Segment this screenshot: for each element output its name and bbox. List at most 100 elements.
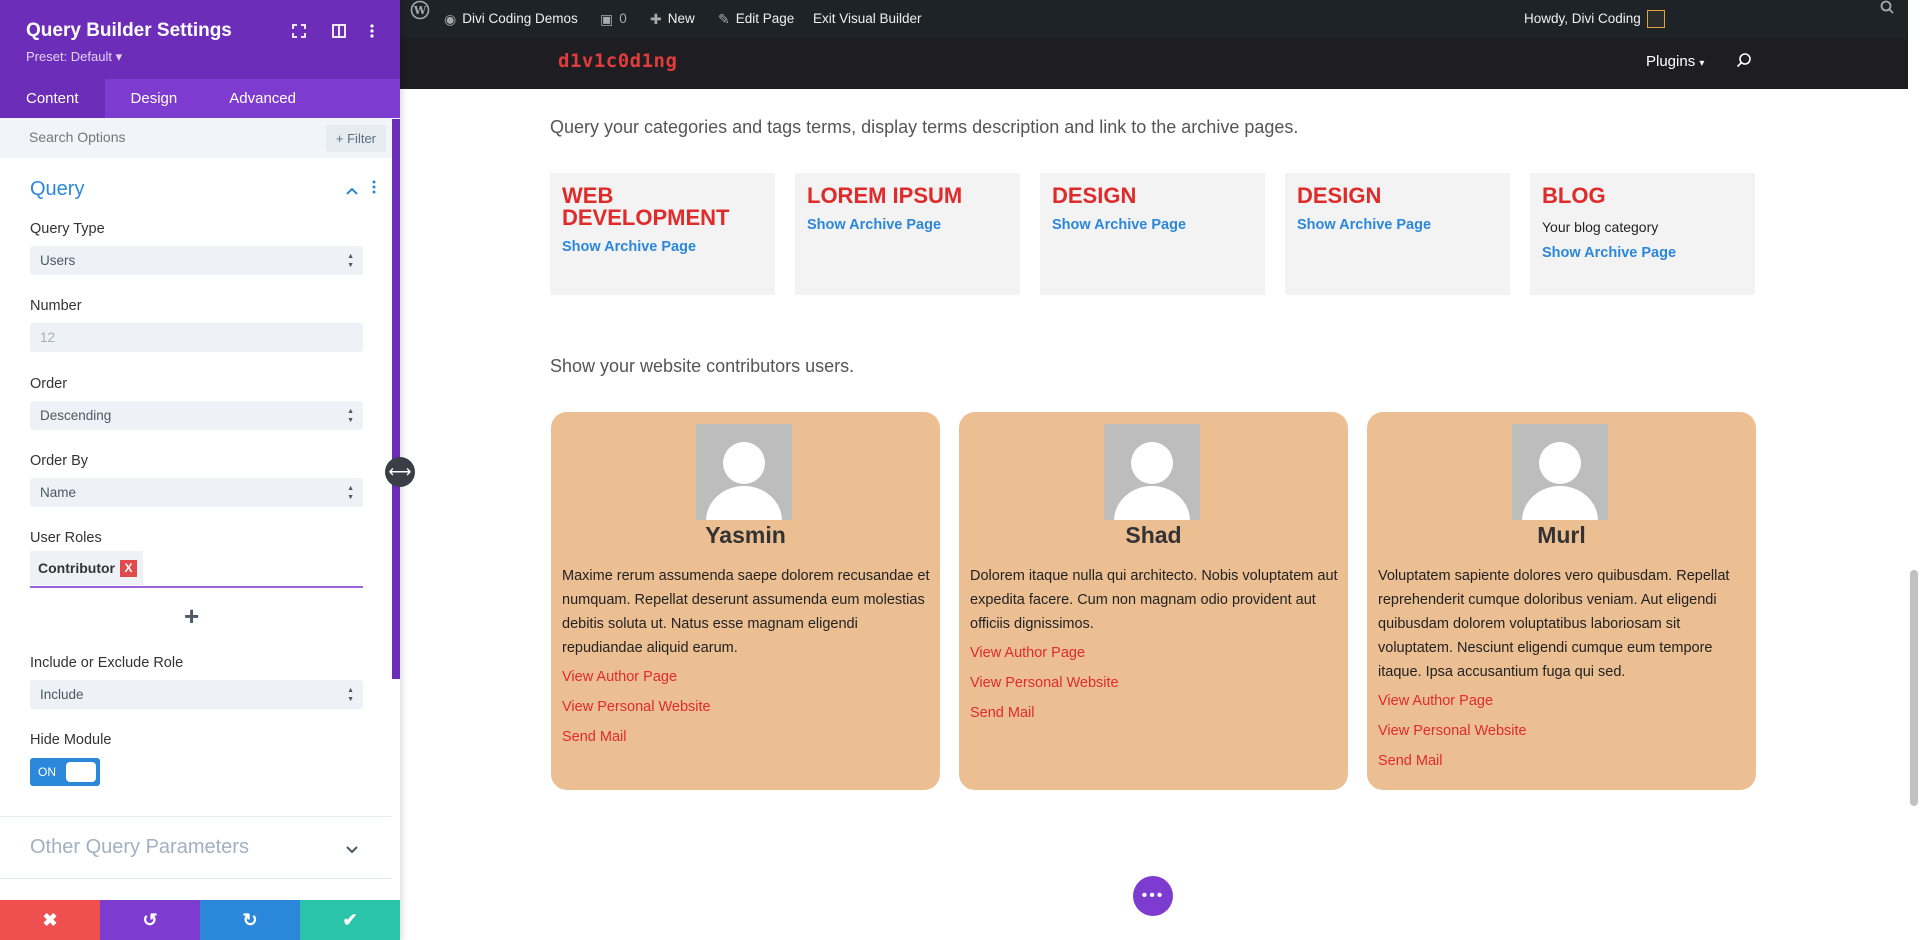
tab-advanced[interactable]: Advanced — [203, 79, 322, 118]
view-personal-website-link[interactable]: View Personal Website — [970, 668, 1330, 698]
redo-button[interactable]: ↻ — [200, 900, 300, 940]
filter-button[interactable]: + Filter — [325, 125, 386, 152]
panel-header: Query Builder Settings Preset: Default ▾ — [0, 0, 400, 79]
remove-role-button[interactable]: X — [119, 560, 137, 577]
hide-module-toggle[interactable]: ON — [30, 758, 100, 786]
term-card: BLOG Your blog category Show Archive Pag… — [1530, 173, 1755, 295]
tab-content[interactable]: Content — [0, 79, 105, 118]
view-personal-website-link[interactable]: View Personal Website — [1378, 716, 1738, 746]
select-arrows-icon: ▲ ▼ — [347, 408, 354, 424]
more-options-icon[interactable] — [361, 20, 383, 42]
panel-action-bar: ✖ ↺ ↻ ✔ — [0, 900, 400, 940]
user-card: Murl Voluptatem sapiente dolores vero qu… — [1367, 412, 1756, 790]
query-type-select[interactable]: Users ▲ ▼ — [30, 246, 363, 275]
show-archive-link[interactable]: Show Archive Page — [1297, 217, 1498, 233]
panel-tabs: Content Design Advanced — [0, 79, 400, 118]
hide-module-label: Hide Module — [30, 732, 112, 748]
order-select[interactable]: Descending ▲ ▼ — [30, 401, 363, 430]
comment-icon: ▣ — [600, 11, 614, 27]
users-intro: Show your website contributors users. — [550, 356, 855, 376]
exit-visual-builder-link[interactable]: Exit Visual Builder — [813, 0, 922, 38]
toggle-state-label: ON — [38, 765, 56, 779]
toggle-knob — [66, 762, 96, 782]
fullscreen-icon[interactable] — [288, 20, 310, 42]
add-role-icon[interactable]: + — [184, 601, 199, 632]
terms-intro: Query your categories and tags terms, di… — [550, 117, 1299, 137]
new-link[interactable]: ✚ New — [650, 0, 695, 38]
nav-plugins[interactable]: Plugins ▾ — [1646, 53, 1704, 70]
send-mail-link[interactable]: Send Mail — [562, 722, 922, 752]
show-archive-link[interactable]: Show Archive Page — [562, 239, 763, 255]
show-archive-link[interactable]: Show Archive Page — [1542, 245, 1743, 261]
edit-page-label: Edit Page — [735, 11, 795, 26]
tab-design[interactable]: Design — [105, 79, 204, 118]
send-mail-link[interactable]: Send Mail — [1378, 746, 1738, 776]
ellipsis-icon: ••• — [1141, 887, 1165, 904]
view-author-page-link[interactable]: View Author Page — [970, 638, 1330, 668]
divider — [0, 878, 392, 879]
show-archive-link[interactable]: Show Archive Page — [1052, 217, 1253, 233]
avatar — [1512, 424, 1608, 520]
include-exclude-value: Include — [40, 687, 84, 702]
settings-panel: Query Builder Settings Preset: Default ▾… — [0, 0, 400, 940]
order-by-label: Order By — [30, 453, 89, 469]
term-title: LOREM IPSUM — [807, 183, 963, 208]
page-scrollbar[interactable] — [1908, 0, 1920, 940]
select-arrows-icon: ▲ ▼ — [347, 485, 354, 501]
save-button[interactable]: ✔ — [300, 900, 400, 940]
order-by-select[interactable]: Name ▲ ▼ — [30, 478, 363, 507]
account-menu[interactable]: Howdy, Divi Coding — [1524, 0, 1665, 38]
avatar — [696, 424, 792, 520]
view-author-page-link[interactable]: View Author Page — [562, 662, 922, 692]
section-more-icon[interactable] — [372, 180, 376, 199]
chevron-down-icon[interactable] — [346, 841, 358, 859]
user-bio: Maxime rerum assumenda saepe dolorem rec… — [562, 568, 930, 656]
plus-icon: ✚ — [650, 11, 662, 27]
avatar — [1104, 424, 1200, 520]
term-card: DESIGN Show Archive Page — [1040, 173, 1265, 295]
svg-text:W: W — [413, 4, 427, 17]
view-author-page-link[interactable]: View Author Page — [1378, 686, 1738, 716]
role-chip-label: Contributor — [38, 560, 115, 576]
admin-search-icon[interactable] — [1880, 0, 1894, 14]
user-bio: Voluptatem sapiente dolores vero quibusd… — [1378, 568, 1730, 680]
show-archive-link[interactable]: Show Archive Page — [807, 217, 1008, 233]
new-label: New — [667, 11, 695, 26]
user-bio: Dolorem itaque nulla qui architecto. Nob… — [970, 568, 1338, 632]
query-section-title[interactable]: Query — [30, 178, 84, 201]
number-input[interactable]: 12 — [30, 323, 363, 352]
site-logo[interactable]: d1v1c0d1ng — [558, 50, 677, 72]
discard-button[interactable]: ✖ — [0, 900, 100, 940]
send-mail-link[interactable]: Send Mail — [970, 698, 1330, 728]
user-card: Yasmin Maxime rerum assumenda saepe dolo… — [551, 412, 940, 790]
nav-plugins-label: Plugins — [1646, 53, 1696, 70]
order-value: Descending — [40, 408, 112, 423]
search-options-input[interactable] — [29, 129, 279, 145]
builder-menu-button[interactable]: ••• — [1133, 876, 1173, 916]
edit-page-link[interactable]: ✎ Edit Page — [718, 0, 794, 38]
resize-handle[interactable]: ⟷ — [385, 457, 415, 487]
search-icon[interactable] — [1736, 52, 1752, 73]
select-arrows-icon: ▲ ▼ — [347, 687, 354, 703]
howdy-label: Howdy, Divi Coding — [1524, 11, 1641, 26]
user-name: Shad — [1125, 522, 1182, 548]
layout-icon[interactable] — [328, 20, 350, 42]
panel-scrollbar[interactable] — [392, 119, 400, 679]
other-query-parameters-title[interactable]: Other Query Parameters — [30, 836, 249, 859]
chevron-up-icon[interactable] — [346, 182, 358, 200]
include-exclude-select[interactable]: Include ▲ ▼ — [30, 680, 363, 709]
close-icon: ✖ — [42, 909, 58, 930]
redo-icon: ↻ — [242, 909, 258, 930]
preset-selector[interactable]: Preset: Default ▾ — [26, 49, 122, 65]
user-links: View Author Page View Personal Website S… — [562, 662, 922, 752]
site-name-link[interactable]: ◉ Divi Coding Demos — [444, 0, 578, 38]
search-options-row: + Filter — [0, 118, 400, 158]
comments-link[interactable]: ▣ 0 — [600, 0, 627, 38]
view-personal-website-link[interactable]: View Personal Website — [562, 692, 922, 722]
wordpress-logo-icon[interactable]: W — [410, 0, 430, 20]
select-arrows-icon: ▲ ▼ — [347, 253, 354, 269]
user-name: Murl — [1537, 522, 1586, 548]
undo-button[interactable]: ↺ — [100, 900, 200, 940]
user-roles-field[interactable]: Contributor X — [30, 551, 363, 588]
page-scrollbar-thumb[interactable] — [1910, 570, 1918, 806]
